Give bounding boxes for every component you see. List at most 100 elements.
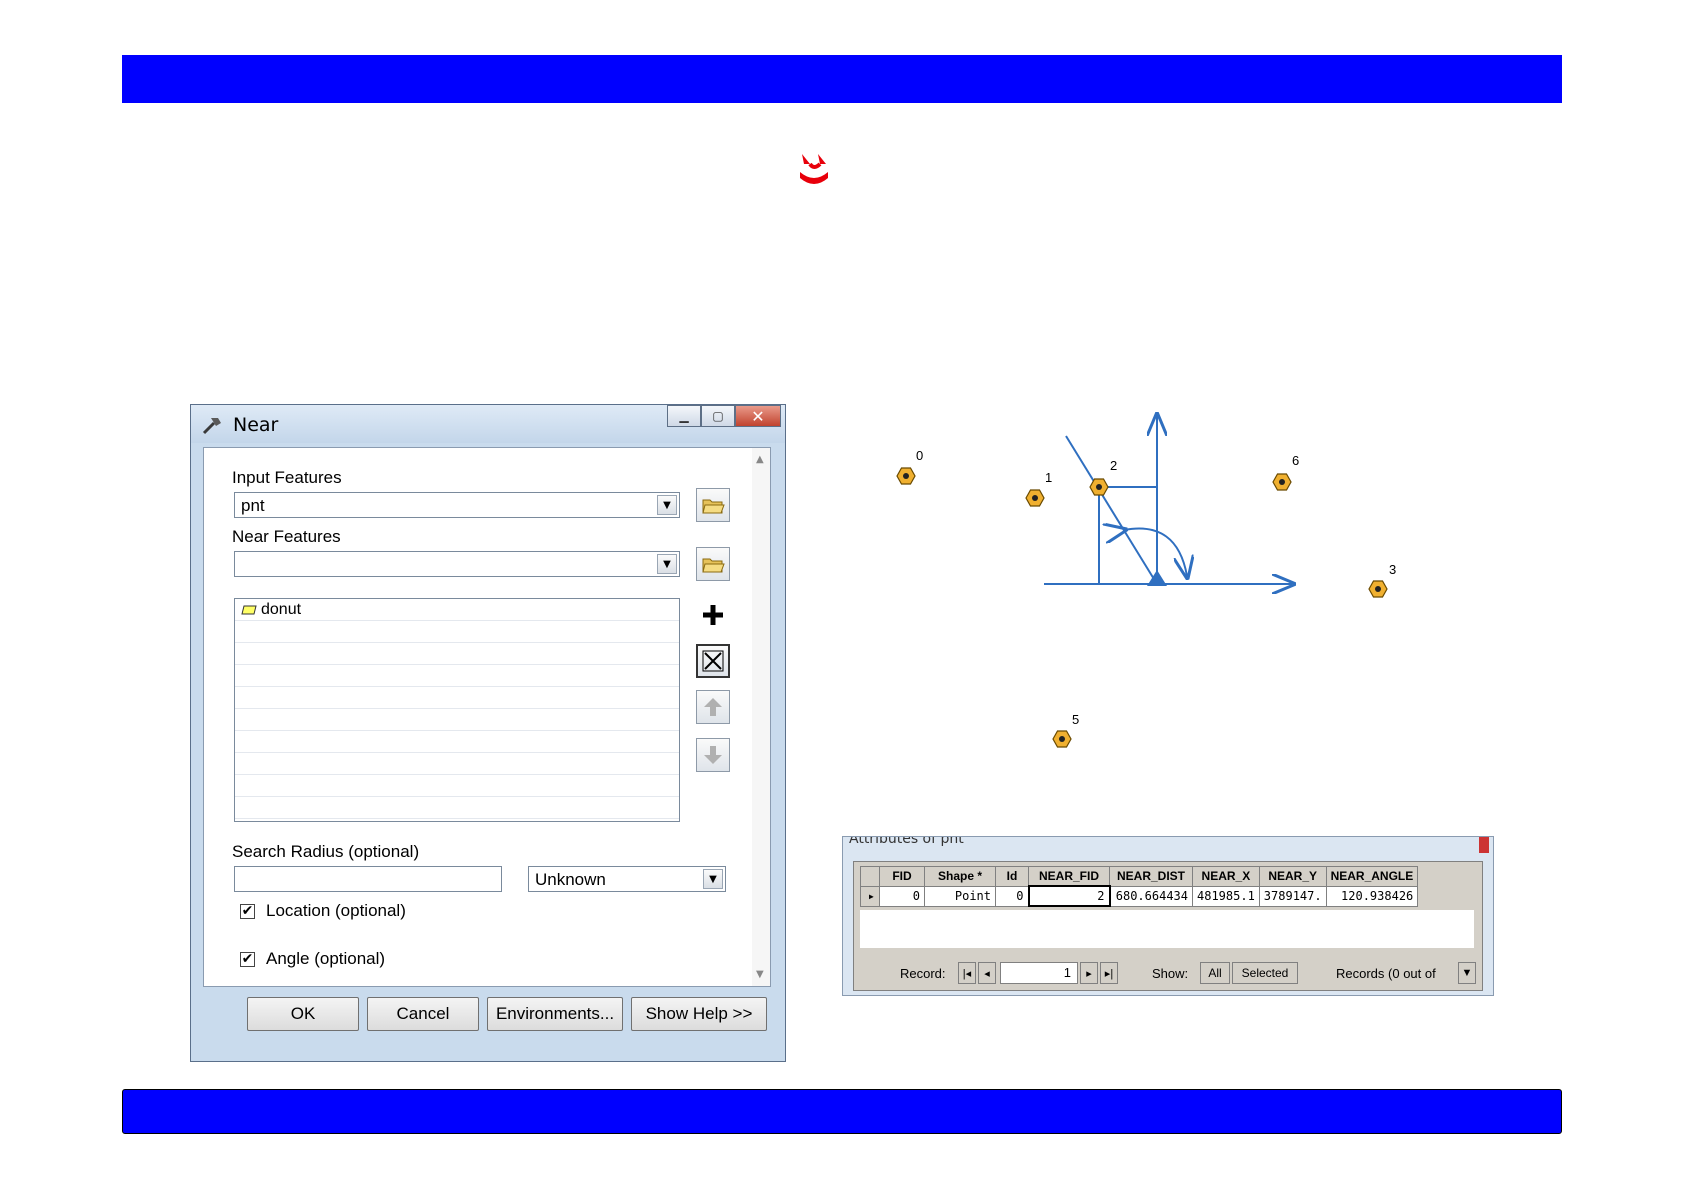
logo-icon <box>800 154 828 184</box>
maximize-button[interactable]: ▢ <box>701 405 735 427</box>
last-record-button[interactable]: ▸| <box>1100 962 1118 984</box>
dialog-title: Near <box>233 414 279 436</box>
chevron-down-icon[interactable]: ▼ <box>657 554 677 574</box>
chevron-down-icon[interactable]: ▼ <box>703 869 723 889</box>
open-folder-icon <box>702 499 725 514</box>
remove-button[interactable] <box>696 644 730 678</box>
record-label: Record: <box>900 966 946 981</box>
column-header[interactable]: NEAR_DIST <box>1109 866 1193 887</box>
column-header[interactable]: FID <box>879 866 925 887</box>
search-radius-input[interactable] <box>234 866 502 892</box>
point-3[interactable] <box>1368 580 1388 598</box>
point-6[interactable] <box>1272 473 1292 491</box>
polygon-layer-icon <box>241 605 257 615</box>
attribute-table: FID Shape * Id NEAR_FID NEAR_DIST NEAR_X… <box>853 861 1483 991</box>
attributes-close-button[interactable] <box>1479 837 1489 853</box>
hammer-icon <box>202 418 221 435</box>
point-label: 1 <box>1045 470 1052 485</box>
options-dropdown-button[interactable]: ▼ <box>1458 962 1476 984</box>
first-record-icon: |◂ <box>962 967 972 980</box>
near-features-list[interactable]: donut <box>234 598 680 822</box>
column-header[interactable]: NEAR_Y <box>1258 866 1327 887</box>
list-item-label: donut <box>261 601 302 618</box>
list-row-empty <box>235 643 679 665</box>
point-2[interactable] <box>1089 478 1109 496</box>
angle-checkbox[interactable]: ✔ <box>240 952 255 967</box>
show-help-button[interactable]: Show Help >> <box>631 997 767 1031</box>
table-row[interactable]: ▸ 0 Point 0 2 680.664434 481985.1 378914… <box>860 885 1419 907</box>
attributes-window: Attributes of pnt FID Shape * Id NEAR_FI… <box>842 836 1494 996</box>
column-header[interactable]: NEAR_FID <box>1028 866 1110 887</box>
point-0[interactable] <box>896 467 916 485</box>
next-record-button[interactable]: ▸ <box>1080 962 1098 984</box>
table-cell[interactable]: Point <box>924 885 996 907</box>
angle-label: Angle (optional) <box>266 949 386 968</box>
browse-near-button[interactable] <box>696 547 730 581</box>
chevron-down-icon[interactable]: ▼ <box>657 495 677 515</box>
move-down-button[interactable] <box>696 738 730 772</box>
checkmark-icon: ✔ <box>241 951 254 967</box>
close-button[interactable]: ✕ <box>735 405 781 427</box>
point-label: 0 <box>916 448 923 463</box>
point-label: 2 <box>1110 458 1117 473</box>
browse-input-button[interactable] <box>696 488 730 522</box>
near-angle-map: 0 1 2 6 3 5 <box>896 408 1396 748</box>
table-header-row: FID Shape * Id NEAR_FID NEAR_DIST NEAR_X… <box>860 866 1419 887</box>
show-all-button[interactable]: All <box>1200 962 1230 984</box>
column-header[interactable]: NEAR_X <box>1192 866 1260 887</box>
move-up-button[interactable] <box>696 690 730 724</box>
units-select[interactable]: Unknown ▼ <box>528 866 726 892</box>
table-cell[interactable]: 3789147. <box>1258 885 1327 907</box>
near-features-combo[interactable]: ▼ <box>234 551 680 577</box>
top-title-band <box>122 55 1562 103</box>
show-selected-button[interactable]: Selected <box>1232 962 1298 984</box>
add-button[interactable] <box>696 598 730 632</box>
column-header[interactable]: NEAR_ANGLE <box>1325 866 1419 887</box>
table-cell[interactable]: 2 <box>1027 885 1111 907</box>
row-selector-icon[interactable]: ▸ <box>860 885 880 907</box>
environments-button[interactable]: Environments... <box>487 997 623 1031</box>
point-5[interactable] <box>1052 730 1072 748</box>
list-item[interactable]: donut <box>235 599 679 621</box>
dialog-button-row: OK Cancel Environments... Show Help >> <box>191 997 785 1037</box>
input-features-value: pnt <box>241 496 265 515</box>
arrow-down-icon <box>704 746 722 764</box>
record-number-input[interactable]: 1 <box>1000 962 1078 984</box>
column-header[interactable]: Id <box>995 866 1029 887</box>
cancel-button[interactable]: Cancel <box>367 997 479 1031</box>
list-row-empty <box>235 797 679 819</box>
ok-button[interactable]: OK <box>247 997 359 1031</box>
list-row-empty <box>235 687 679 709</box>
table-cell[interactable]: 120.938426 <box>1325 885 1419 907</box>
attribute-grid: FID Shape * Id NEAR_FID NEAR_DIST NEAR_X… <box>860 866 1419 907</box>
table-cell[interactable]: 0 <box>995 885 1029 907</box>
point-1[interactable] <box>1025 489 1045 507</box>
scroll-up-icon[interactable]: ▲ <box>756 454 764 465</box>
search-radius-label: Search Radius (optional) <box>232 842 420 861</box>
show-label: Show: <box>1152 966 1189 981</box>
table-cell[interactable]: 481985.1 <box>1192 885 1260 907</box>
dialog-form: ▲ ▼ Input Features pnt ▼ Near Features ▼ <box>203 447 771 987</box>
minimize-button[interactable]: ▁ <box>667 405 701 427</box>
attributes-title: Attributes of pnt <box>849 836 964 847</box>
dialog-titlebar[interactable]: Near ▁ ▢ ✕ <box>191 405 785 443</box>
list-row-empty <box>235 709 679 731</box>
plus-icon <box>703 605 723 625</box>
table-cell[interactable]: 0 <box>879 885 925 907</box>
vertical-scrollbar[interactable]: ▲ ▼ <box>752 448 770 986</box>
input-features-combo[interactable]: pnt ▼ <box>234 492 680 518</box>
scroll-down-icon[interactable]: ▼ <box>756 969 764 980</box>
previous-record-button[interactable]: ◂ <box>978 962 996 984</box>
column-header[interactable]: Shape * <box>924 866 996 887</box>
table-body-area <box>860 910 1474 948</box>
checkmark-icon: ✔ <box>241 903 254 919</box>
input-features-label: Input Features <box>232 468 342 487</box>
table-cell[interactable]: 680.664434 <box>1109 885 1193 907</box>
point-label: 5 <box>1072 712 1079 727</box>
location-checkbox[interactable]: ✔ <box>240 904 255 919</box>
next-icon: ▸ <box>1086 967 1092 980</box>
previous-icon: ◂ <box>984 967 990 980</box>
units-value: Unknown <box>535 870 606 889</box>
first-record-button[interactable]: |◂ <box>958 962 976 984</box>
chevron-down-icon: ▼ <box>1461 967 1473 979</box>
